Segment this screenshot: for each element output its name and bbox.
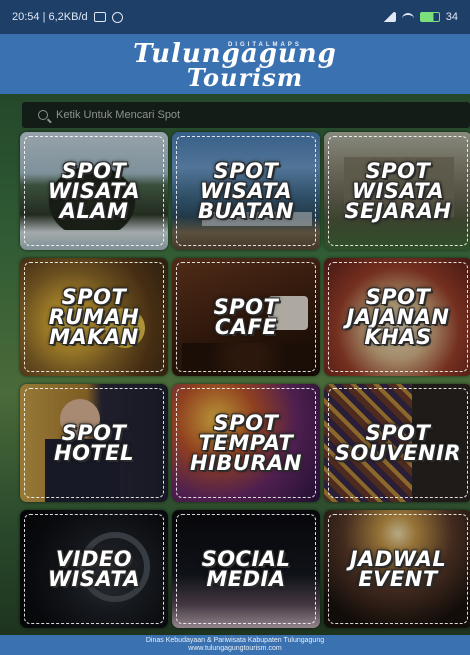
tile-label: SPOT HOTEL (20, 384, 168, 502)
tile-label-line: SPOT (61, 421, 127, 445)
tile-label: SPOT TEMPAT HIBURAN (172, 384, 320, 502)
logo-title-line2: Tourism (186, 63, 304, 92)
tile-label-line: SOCIAL (201, 547, 291, 571)
tile-spot-jajanan-khas[interactable]: SPOT JAJANAN KHAS (324, 258, 470, 376)
tile-label: SPOT RUMAH MAKAN (20, 258, 168, 376)
tile-label-line: SPOT (365, 285, 431, 309)
mail-icon (93, 12, 106, 22)
logo-subtitle: DIGITALMAPS (228, 42, 302, 48)
battery-icon (419, 12, 440, 22)
tile-label-line: SPOT (61, 159, 127, 183)
tile-spot-hotel[interactable]: SPOT HOTEL (20, 384, 168, 502)
footer-agency: Dinas Kebudayaan & Pariwisata Kabupaten … (145, 637, 325, 644)
tile-label: SOCIAL MEDIA (172, 510, 320, 628)
tile-spot-wisata-alam[interactable]: SPOT WISATA ALAM (20, 132, 168, 250)
tile-label-line: HIBURAN (190, 451, 302, 475)
tile-label-line: SPOT (213, 159, 279, 183)
search-icon (38, 110, 48, 120)
tile-label-line: SPOT (365, 159, 431, 183)
tile-label-line: TEMPAT (198, 431, 294, 455)
tile-label-line: EVENT (358, 567, 438, 591)
signal-icon (381, 12, 396, 22)
tile-label: SPOT WISATA BUATAN (172, 132, 320, 250)
tile-spot-rumah-makan[interactable]: SPOT RUMAH MAKAN (20, 258, 168, 376)
tile-label: SPOT JAJANAN KHAS (324, 258, 470, 376)
wifi-icon (401, 12, 414, 22)
tile-label-line: SPOT (213, 411, 279, 435)
tile-label-line: MAKAN (49, 325, 139, 349)
tile-label-line: WISATA (351, 179, 445, 203)
tile-label-line: KHAS (364, 325, 432, 349)
tile-spot-souvenir[interactable]: SPOT SOUVENIR (324, 384, 470, 502)
tile-label: SPOT SOUVENIR (324, 384, 470, 502)
tile-social-media[interactable]: SOCIAL MEDIA (172, 510, 320, 628)
status-bar: 20:54 | 6,2KB/d 34 (0, 0, 470, 34)
tile-label: SPOT WISATA SEJARAH (324, 132, 470, 250)
tile-label: SPOT WISATA ALAM (20, 132, 168, 250)
tile-label: SPOT CAFE (172, 258, 320, 376)
tile-label-line: SPOT (213, 295, 279, 319)
app-screen: 20:54 | 6,2KB/d 34 DIGITALMAPS Tulungagu… (0, 0, 470, 655)
tile-label-line: SEJARAH (344, 199, 452, 223)
search-bar[interactable]: Ketik Untuk Mencari Spot (22, 102, 470, 128)
tile-label-line: ALAM (59, 199, 129, 223)
tile-jadwal-event[interactable]: JADWAL EVENT (324, 510, 470, 628)
tile-label-line: CAFE (214, 315, 278, 339)
footer-website: www.tulungagungtourism.com (188, 645, 282, 652)
tile-label-line: JADWAL (349, 547, 447, 571)
tile-label-line: WISATA (47, 179, 141, 203)
tile-spot-cafe[interactable]: SPOT CAFE (172, 258, 320, 376)
tile-label-line: SOUVENIR (334, 441, 462, 465)
tile-spot-wisata-sejarah[interactable]: SPOT WISATA SEJARAH (324, 132, 470, 250)
tile-spot-tempat-hiburan[interactable]: SPOT TEMPAT HIBURAN (172, 384, 320, 502)
tile-spot-wisata-buatan[interactable]: SPOT WISATA BUATAN (172, 132, 320, 250)
tile-label-line: JAJANAN (346, 305, 450, 329)
tile-label-line: MEDIA (206, 567, 286, 591)
tile-label-line: SPOT (61, 285, 127, 309)
tile-label-line: SPOT (365, 421, 431, 445)
tile-label-line: WISATA (199, 179, 293, 203)
search-input[interactable]: Ketik Untuk Mencari Spot (56, 109, 180, 121)
battery-percent: 34 (445, 11, 458, 23)
tile-label: JADWAL EVENT (324, 510, 470, 628)
app-footer: Dinas Kebudayaan & Pariwisata Kabupaten … (0, 635, 470, 655)
tile-label-line: WISATA (47, 567, 141, 591)
app-header: DIGITALMAPS Tulungagung Tourism (0, 34, 470, 94)
tile-label: VIDEO WISATA (20, 510, 168, 628)
tile-label-line: VIDEO (55, 547, 133, 571)
tile-label-line: HOTEL (54, 441, 134, 465)
status-time: 20:54 | 6,2KB/d (12, 11, 88, 23)
category-grid: SPOT WISATA ALAM SPOT WISATA BUATAN SPOT… (16, 132, 470, 630)
whatsapp-icon (111, 11, 123, 23)
tile-video-wisata[interactable]: VIDEO WISATA (20, 510, 168, 628)
tile-label-line: RUMAH (48, 305, 140, 329)
tile-label-line: BUATAN (198, 199, 294, 223)
